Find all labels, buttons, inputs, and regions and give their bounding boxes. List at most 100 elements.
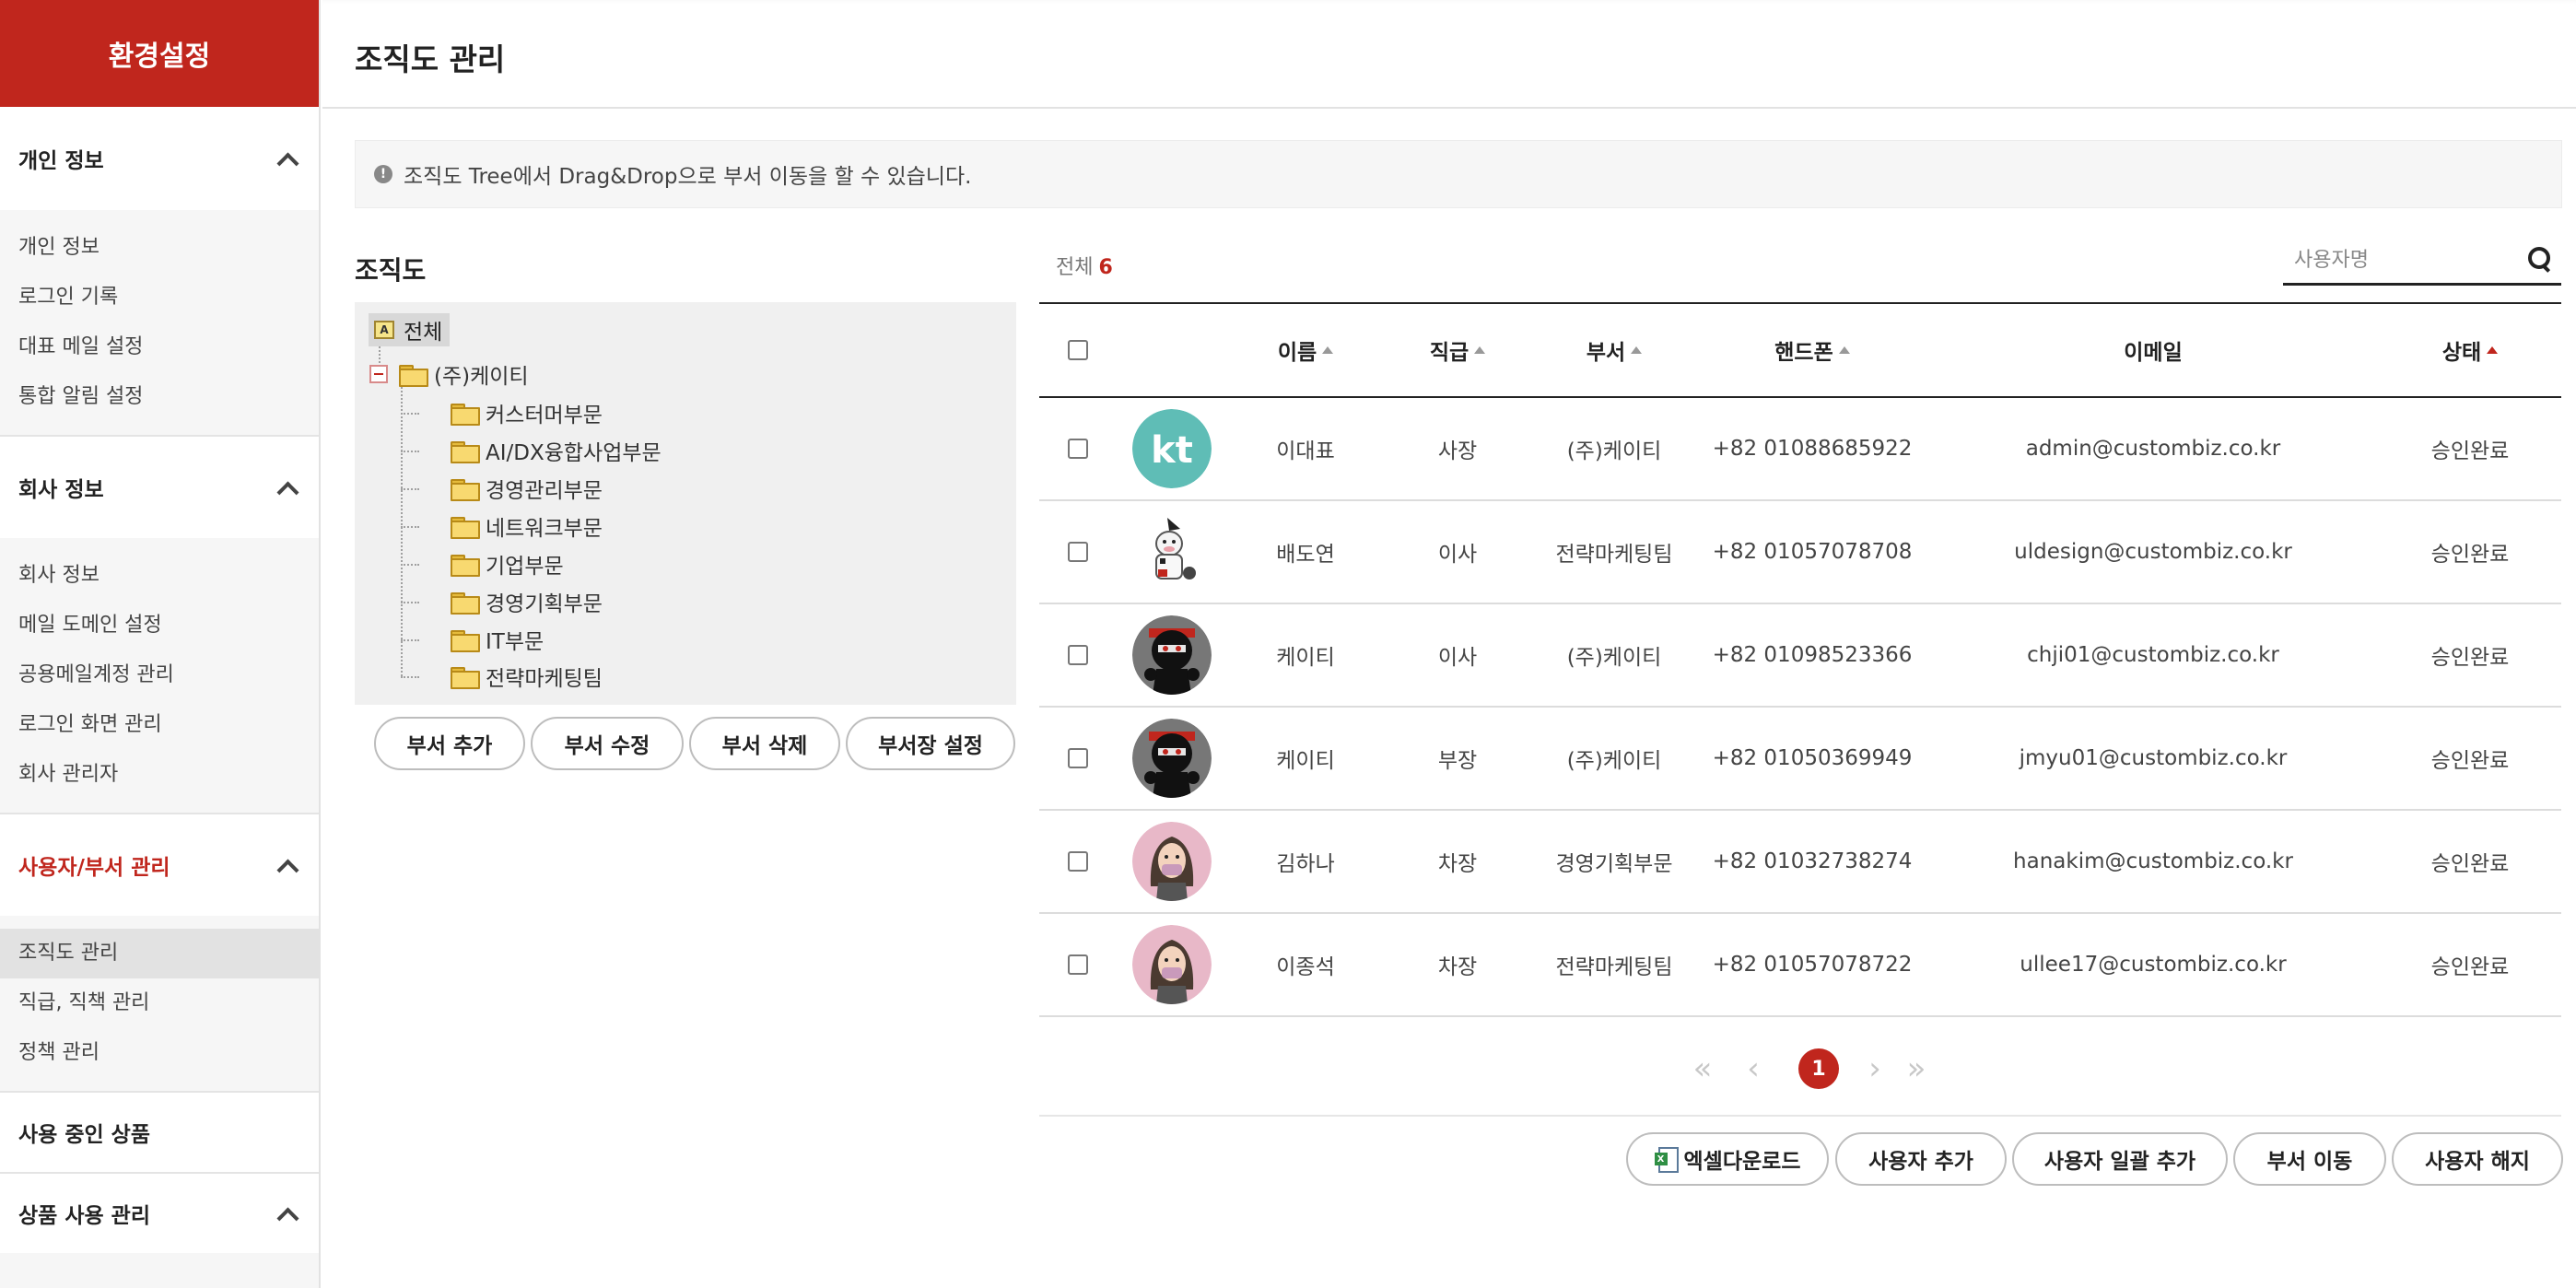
tree-root-node[interactable]: A 전체 — [369, 313, 451, 346]
sort-asc-icon[interactable] — [1474, 346, 1486, 354]
sort-asc-icon[interactable] — [1322, 346, 1334, 354]
chevron-up-icon[interactable] — [276, 148, 297, 169]
tree-node-dept[interactable]: 경영기획부문 — [451, 585, 603, 618]
user-dept: 전략마케팅팀 — [1555, 955, 1673, 979]
add-user-button[interactable]: 사용자 추가 — [1835, 1132, 2007, 1186]
tree-node-company[interactable]: (주)케이티 — [399, 357, 529, 391]
user-phone: +82 01088685922 — [1712, 437, 1913, 461]
sidebar-item-rank[interactable]: 직급, 직책 관리 — [0, 978, 319, 1028]
table-row[interactable]: 케이티 이사 (주)케이티 +82 01098523366 chji01@cus… — [1039, 604, 2561, 708]
sidebar-item-notification[interactable]: 통합 알림 설정 — [0, 372, 319, 422]
row-checkbox[interactable] — [1068, 542, 1088, 562]
user-phone: +82 01057078722 — [1712, 953, 1913, 977]
user-search-input[interactable] — [2294, 243, 2515, 276]
sidebar-section-company[interactable]: 회사 정보 — [0, 435, 319, 538]
sidebar-item-company-info[interactable]: 회사 정보 — [0, 551, 319, 601]
sidebar-item-login-screen[interactable]: 로그인 화면 관리 — [0, 700, 319, 750]
last-page-button[interactable]: » — [1898, 1050, 1935, 1087]
svg-text:kt: kt — [1151, 429, 1193, 472]
col-phone-label: 핸드폰 — [1774, 341, 1833, 365]
bulk-add-user-button[interactable]: 사용자 일괄 추가 — [2012, 1132, 2228, 1186]
row-checkbox[interactable] — [1068, 954, 1088, 975]
avatar-cell — [1117, 604, 1227, 706]
table-row[interactable]: 이종석 차장 전략마케팅팀 +82 01057078722 ullee17@cu… — [1039, 914, 2561, 1017]
sidebar-item-personal-info[interactable]: 개인 정보 — [0, 223, 319, 273]
table-row[interactable]: kt 이대표 사장 (주)케이티 +82 01088685922 admin@c… — [1039, 398, 2561, 501]
tree-node-label: 네트워크부문 — [486, 517, 603, 541]
tree-node-dept[interactable]: AI/DX융합사업부문 — [451, 434, 662, 467]
sidebar-section-product-usage[interactable]: 상품 사용 관리 — [0, 1172, 319, 1253]
terminate-user-button[interactable]: 사용자 해지 — [2392, 1132, 2563, 1186]
tree-node-label: 경영관리부문 — [486, 479, 603, 503]
sidebar-item-primary-mail[interactable]: 대표 메일 설정 — [0, 322, 319, 372]
total-label: 전체 — [1056, 256, 1094, 279]
col-status[interactable]: 상태 — [2379, 304, 2561, 396]
excel-download-button[interactable]: 엑셀다운로드 — [1626, 1132, 1829, 1186]
row-checkbox[interactable] — [1068, 645, 1088, 665]
folder-icon — [451, 517, 480, 539]
sidebar-item-mail-domain[interactable]: 메일 도메인 설정 — [0, 601, 319, 650]
info-icon: ! — [374, 165, 392, 183]
user-phone: +82 01032738274 — [1712, 849, 1913, 873]
notice-text: 조직도 Tree에서 Drag&Drop으로 부서 이동을 할 수 있습니다. — [404, 165, 972, 189]
sidebar-section-users[interactable]: 사용자/부서 관리 — [0, 813, 319, 916]
user-name: 이대표 — [1276, 439, 1335, 463]
table-row[interactable]: 케이티 부장 (주)케이티 +82 01050369949 jmyu01@cus… — [1039, 708, 2561, 811]
row-check-cell — [1039, 501, 1117, 603]
row-checkbox[interactable] — [1068, 851, 1088, 872]
folder-icon — [451, 555, 480, 577]
search-icon[interactable] — [2526, 245, 2554, 273]
sidebar-section-personal[interactable]: 개인 정보 — [0, 107, 319, 210]
user-status: 승인완료 — [2430, 852, 2510, 876]
sidebar-item-company-admin[interactable]: 회사 관리자 — [0, 750, 319, 800]
table-row[interactable]: 배도연 이사 전략마케팅팀 +82 01057078708 uldesign@c… — [1039, 501, 2561, 604]
tree-collapse-icon[interactable] — [369, 365, 388, 383]
tree-node-dept[interactable]: 기업부문 — [451, 547, 564, 580]
sidebar-item-login-history[interactable]: 로그인 기록 — [0, 273, 319, 322]
avatar-cell — [1117, 914, 1227, 1015]
row-checkbox[interactable] — [1068, 439, 1088, 459]
col-phone[interactable]: 핸드폰 — [1697, 304, 1927, 396]
tree-node-label: IT부문 — [486, 630, 544, 654]
prev-page-button[interactable]: ‹ — [1739, 1050, 1767, 1087]
add-dept-button[interactable]: 부서 추가 — [374, 717, 525, 770]
sidebar-section-title: 사용자/부서 관리 — [18, 856, 170, 880]
set-dept-head-button[interactable]: 부서장 설정 — [846, 717, 1015, 770]
row-check-cell — [1039, 811, 1117, 912]
sidebar-item-policy[interactable]: 정책 관리 — [0, 1028, 319, 1078]
user-total: 전체 6 — [1056, 251, 1113, 280]
chevron-up-icon[interactable] — [276, 1203, 297, 1224]
move-dept-button[interactable]: 부서 이동 — [2233, 1132, 2386, 1186]
delete-dept-button[interactable]: 부서 삭제 — [689, 717, 840, 770]
edit-dept-button[interactable]: 부서 수정 — [531, 717, 684, 770]
folder-icon — [451, 479, 480, 501]
table-row[interactable]: 김하나 차장 경영기획부문 +82 01032738274 hanakim@cu… — [1039, 811, 2561, 914]
col-dept[interactable]: 부서 — [1531, 304, 1697, 396]
select-all-checkbox[interactable] — [1068, 340, 1088, 360]
sort-asc-icon[interactable] — [2487, 346, 2499, 354]
chevron-up-icon[interactable] — [276, 477, 297, 498]
sidebar-section-products[interactable]: 사용 중인 상품 — [0, 1091, 319, 1172]
sort-asc-icon[interactable] — [1838, 346, 1850, 354]
sidebar-item-shared-mail[interactable]: 공용메일계정 관리 — [0, 650, 319, 700]
sidebar-section-title: 상품 사용 관리 — [18, 1204, 150, 1228]
tree-node-dept[interactable]: 경영관리부문 — [451, 472, 603, 505]
user-table: 이름 직급 부서 핸드폰 이메일 상태 kt 이대표 사장 (주)케이티 +82… — [1039, 302, 2561, 1017]
next-page-button[interactable]: › — [1861, 1050, 1889, 1087]
tree-node-dept[interactable]: 전략마케팅팀 — [451, 660, 603, 693]
user-search — [2283, 238, 2561, 286]
tree-node-dept[interactable]: 커스터머부문 — [451, 396, 603, 429]
sidebar-list-personal: 개인 정보 로그인 기록 대표 메일 설정 통합 알림 설정 — [0, 210, 319, 435]
col-name[interactable]: 이름 — [1227, 304, 1384, 396]
tree-node-dept[interactable]: IT부문 — [451, 623, 544, 656]
user-rank: 이사 — [1437, 543, 1478, 567]
sort-asc-icon[interactable] — [1631, 346, 1643, 354]
row-checkbox[interactable] — [1068, 748, 1088, 768]
folder-icon — [451, 404, 480, 426]
first-page-button[interactable]: « — [1684, 1050, 1721, 1087]
current-page[interactable]: 1 — [1798, 1048, 1839, 1089]
col-rank[interactable]: 직급 — [1384, 304, 1531, 396]
sidebar-item-org-chart[interactable]: 조직도 관리 — [0, 929, 319, 978]
chevron-up-icon[interactable] — [276, 855, 297, 875]
tree-node-dept[interactable]: 네트워크부문 — [451, 509, 603, 543]
